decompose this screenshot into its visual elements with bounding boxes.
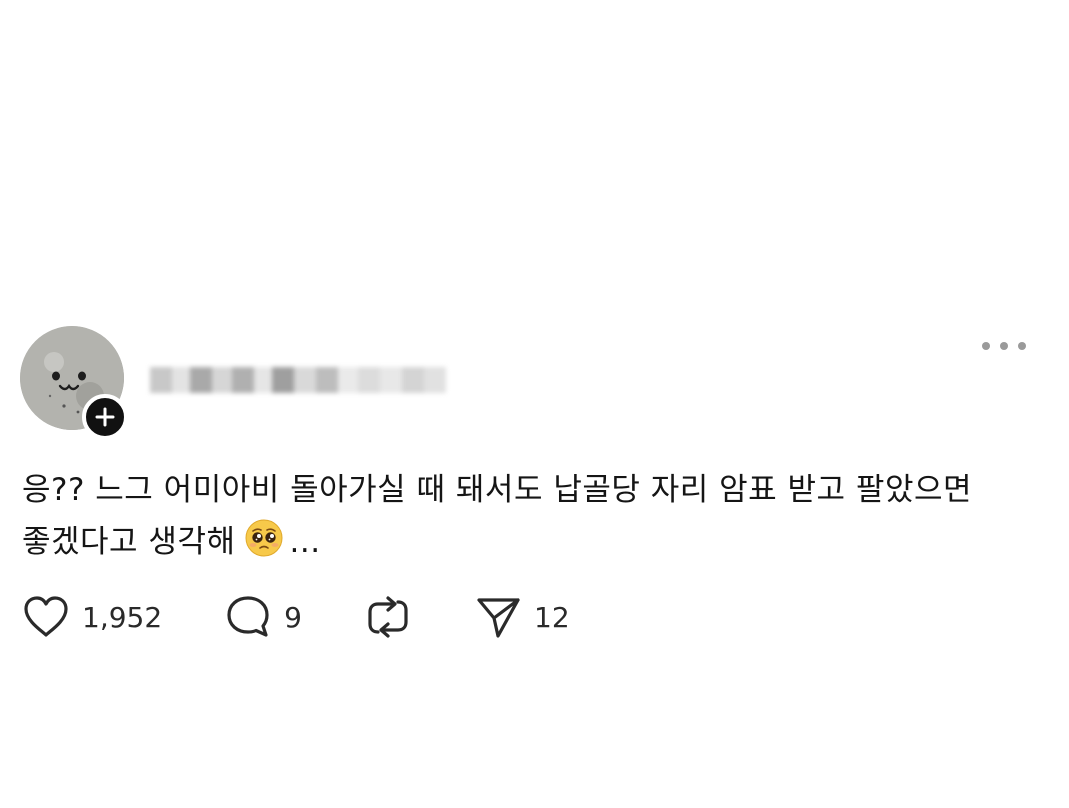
pleading-face-emoji-icon bbox=[244, 518, 284, 574]
heart-icon bbox=[24, 596, 68, 637]
avatar-container[interactable] bbox=[20, 326, 128, 440]
share-count: 12 bbox=[534, 600, 570, 634]
more-horizontal-icon bbox=[1018, 342, 1026, 350]
more-horizontal-icon bbox=[1000, 342, 1008, 350]
username-redacted[interactable] bbox=[150, 360, 460, 400]
post-body-line-2-text: 좋겠다고 생각해 bbox=[22, 524, 236, 560]
repost-icon bbox=[368, 596, 408, 638]
follow-button[interactable] bbox=[82, 394, 128, 440]
send-icon bbox=[477, 598, 520, 638]
more-options-button[interactable] bbox=[982, 334, 1026, 358]
post-body-line-1: 응?? 느그 어미아비 돌아가실 때 돼서도 납골당 자리 암표 받고 팔았으면 bbox=[22, 472, 973, 508]
like-button[interactable]: 1,952 bbox=[22, 595, 162, 639]
action-bar: 1,952 9 12 bbox=[22, 592, 632, 642]
comment-icon bbox=[227, 596, 269, 637]
post-card: 응?? 느그 어미아비 돌아가실 때 돼서도 납골당 자리 암표 받고 팔았으면… bbox=[0, 320, 1069, 680]
like-count: 1,952 bbox=[82, 600, 163, 634]
plus-icon bbox=[95, 407, 115, 427]
more-horizontal-icon bbox=[982, 342, 990, 350]
reply-button[interactable]: 9 bbox=[224, 594, 302, 640]
reply-count: 9 bbox=[284, 600, 302, 634]
post-body-line-2: 좋겠다고 생각해 ... bbox=[22, 516, 1052, 574]
repost-button[interactable] bbox=[364, 594, 412, 640]
post-body-ellipsis: ... bbox=[289, 524, 321, 560]
post-body: 응?? 느그 어미아비 돌아가실 때 돼서도 납골당 자리 암표 받고 팔았으면… bbox=[22, 464, 1052, 574]
share-button[interactable]: 12 bbox=[474, 594, 570, 640]
